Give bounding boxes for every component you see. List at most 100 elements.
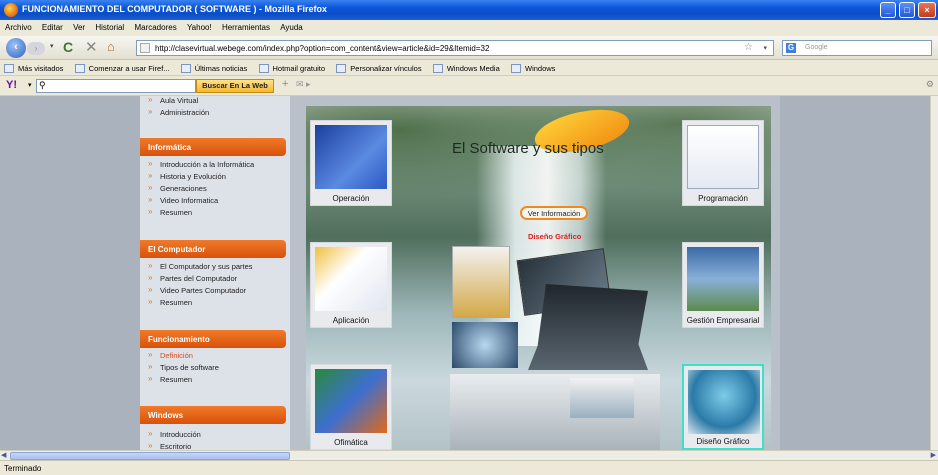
- menu-item[interactable]: Video Partes Computador: [146, 285, 286, 298]
- yahoo-search-input[interactable]: ⚲: [36, 79, 196, 93]
- tile-aplicacion[interactable]: Aplicación: [310, 242, 392, 328]
- vertical-scrollbar[interactable]: [930, 96, 938, 450]
- menu-item[interactable]: Introducción a la Informática: [146, 159, 286, 172]
- menu-historial[interactable]: Historial: [90, 20, 127, 32]
- menu-item-administracion[interactable]: Administración: [146, 107, 286, 120]
- menu-archivo[interactable]: Archivo: [0, 20, 35, 32]
- toolbar-more-icon[interactable]: ✉ ▸: [296, 79, 311, 90]
- tile-label: Ofimática: [334, 438, 368, 447]
- yahoo-dropdown-icon[interactable]: ▾: [28, 81, 32, 89]
- section-list-computador: El Computador y sus partes Partes del Co…: [146, 261, 286, 310]
- yahoo-search-button[interactable]: Buscar En La Web: [196, 79, 274, 93]
- menu-item[interactable]: Escritorio: [146, 441, 286, 450]
- menu-item[interactable]: El Computador y sus partes: [146, 261, 286, 274]
- tile-label: Operación: [332, 194, 370, 203]
- status-bar: Terminado: [0, 460, 938, 475]
- rss-icon: [180, 64, 191, 73]
- bookmark-item[interactable]: Personalizar vínculos: [332, 61, 426, 73]
- office-icons-image: [315, 369, 387, 433]
- tile-diseno-grafico[interactable]: Diseño Gráfico: [682, 364, 764, 450]
- left-gutter: [0, 96, 140, 450]
- tile-ofimatica[interactable]: Ofimática: [310, 364, 392, 450]
- maximize-button[interactable]: □: [899, 2, 915, 18]
- right-gutter: [780, 96, 930, 450]
- bookmark-item[interactable]: Windows: [507, 61, 560, 73]
- title-bar: FUNCIONAMIENTO DEL COMPUTADOR ( SOFTWARE…: [0, 0, 938, 20]
- bookmark-icon: [4, 64, 14, 73]
- menu-item-active[interactable]: Definición: [146, 350, 286, 363]
- menu-item[interactable]: Tipos de software: [146, 362, 286, 375]
- close-button[interactable]: ×: [918, 2, 936, 18]
- globe-graphic-image: [452, 322, 518, 368]
- reload-icon[interactable]: C: [63, 39, 73, 55]
- laptop-image: [528, 284, 648, 370]
- menu-marcadores[interactable]: Marcadores: [129, 20, 179, 32]
- toolbar-settings-icon[interactable]: ⚙: [926, 79, 934, 90]
- yahoo-toolbar: Y! ▾ ⚲ Buscar En La Web + ✉ ▸ ⚙: [0, 76, 938, 96]
- history-dropdown-icon[interactable]: ▾: [50, 42, 54, 50]
- design-thumbnail-image: [570, 378, 634, 418]
- bookmark-icon: [258, 64, 269, 73]
- application-screenshot-image: [315, 247, 387, 311]
- section-header-windows: Windows: [140, 406, 286, 424]
- navigation-toolbar: ‹ › ▾ C ✕ ⌂ http://clasevirtual.webege.c…: [0, 36, 938, 60]
- back-button[interactable]: ‹: [6, 38, 26, 58]
- menu-item[interactable]: Partes del Computador: [146, 273, 286, 286]
- add-icon[interactable]: +: [282, 78, 288, 90]
- tile-gestion-empresarial[interactable]: Gestión Empresarial: [682, 242, 764, 328]
- horizontal-scrollbar[interactable]: ◀ ▶: [0, 450, 938, 460]
- bookmark-item[interactable]: Más visitados: [0, 61, 68, 73]
- address-bar[interactable]: http://clasevirtual.webege.com/index.php…: [136, 40, 774, 56]
- menu-item-aula-virtual[interactable]: Aula Virtual: [146, 96, 286, 108]
- menu-herramientas[interactable]: Herramientas: [217, 20, 273, 32]
- menu-item[interactable]: Resumen: [146, 297, 286, 310]
- search-icon: ⚲: [39, 80, 46, 90]
- menu-item[interactable]: Generaciones: [146, 183, 286, 196]
- bookmarks-bar: Más visitados Comenzar a usar Firef... Ú…: [0, 61, 938, 76]
- windows-box-image: [315, 125, 387, 189]
- tile-label: Programación: [698, 194, 748, 203]
- tile-label: Gestión Empresarial: [686, 316, 760, 325]
- tile-programacion[interactable]: Programación: [682, 120, 764, 206]
- bookmark-icon: [432, 64, 443, 73]
- menu-item[interactable]: Resumen: [146, 207, 286, 220]
- menu-ver[interactable]: Ver: [68, 20, 88, 32]
- section-list-funcionamiento: Definición Tipos de software Resumen: [146, 350, 286, 387]
- section-header-funcionamiento: Funcionamiento: [140, 330, 286, 348]
- url-text[interactable]: http://clasevirtual.webege.com/index.php…: [155, 44, 489, 53]
- search-bar[interactable]: G Google: [782, 40, 932, 56]
- menu-item[interactable]: Video Informatica: [146, 195, 286, 208]
- sidebar-menu: Aula Virtual Administración Informática …: [140, 96, 290, 450]
- bookmark-item[interactable]: Windows Media: [429, 61, 505, 73]
- software-types-animation: El Software y sus tipos Operación Progra…: [306, 106, 771, 450]
- home-icon[interactable]: ⌂: [107, 39, 115, 54]
- yahoo-logo-icon[interactable]: Y!: [6, 79, 17, 91]
- forward-button[interactable]: ›: [27, 42, 45, 55]
- stop-icon[interactable]: ✕: [85, 38, 98, 56]
- bookmark-icon: [336, 64, 347, 73]
- scrollbar-thumb[interactable]: [10, 452, 290, 460]
- menu-yahoo[interactable]: Yahoo!: [182, 20, 215, 32]
- minimize-button[interactable]: _: [880, 2, 896, 18]
- menu-item[interactable]: Historia y Evolución: [146, 171, 286, 184]
- menu-ayuda[interactable]: Ayuda: [275, 20, 306, 32]
- business-screenshot-image: [687, 247, 759, 311]
- tile-label: Aplicación: [332, 316, 370, 325]
- bookmark-item[interactable]: Hotmail gratuito: [255, 61, 331, 73]
- section-header-informatica: Informática: [140, 138, 286, 156]
- url-dropdown-icon[interactable]: ▾: [763, 44, 767, 52]
- bookmark-item[interactable]: Comenzar a usar Firef...: [71, 61, 175, 73]
- scroll-right-arrow-icon[interactable]: ▶: [931, 451, 936, 459]
- bookmark-icon: [74, 64, 85, 73]
- menu-item[interactable]: Introducción: [146, 429, 286, 442]
- menu-item[interactable]: Resumen: [146, 374, 286, 387]
- section-list-windows: Introducción Escritorio: [146, 429, 286, 450]
- window-title: FUNCIONAMIENTO DEL COMPUTADOR ( SOFTWARE…: [22, 4, 327, 14]
- ver-informacion-button[interactable]: Ver Información: [520, 206, 588, 220]
- google-icon[interactable]: G: [786, 43, 796, 53]
- tile-operacion[interactable]: Operación: [310, 120, 392, 206]
- bookmark-item[interactable]: Últimas noticias: [177, 61, 253, 73]
- scroll-left-arrow-icon[interactable]: ◀: [1, 451, 6, 459]
- menu-editar[interactable]: Editar: [37, 20, 66, 32]
- bookmark-star-icon[interactable]: ☆: [744, 42, 753, 53]
